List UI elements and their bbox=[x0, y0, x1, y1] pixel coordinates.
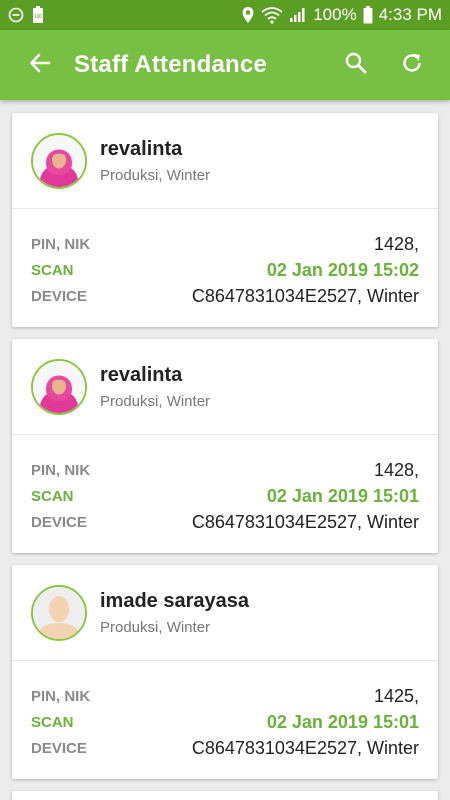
signal-icon bbox=[289, 7, 307, 23]
scan-label: SCAN bbox=[31, 487, 74, 505]
card-header: revalinta Produksi, Winter bbox=[12, 339, 438, 435]
refresh-button[interactable] bbox=[384, 37, 440, 93]
search-button[interactable] bbox=[328, 37, 384, 93]
staff-name: revalinta bbox=[100, 363, 183, 386]
scan-value: 02 Jan 2019 15:01 bbox=[266, 485, 419, 506]
card-header: revalinta Produksi, Winter bbox=[12, 113, 438, 209]
pin-value: 1425, bbox=[373, 685, 419, 706]
search-icon bbox=[344, 51, 368, 80]
app-bar: Staff Attendance bbox=[0, 30, 450, 100]
battery-percent: 100% bbox=[313, 5, 357, 24]
scan-row: SCAN 02 Jan 2019 15:01 bbox=[31, 709, 419, 735]
device-value: C8647831034E2527, Winter bbox=[191, 511, 419, 532]
battery-100-icon: 100 bbox=[32, 6, 44, 24]
minus-circle-icon bbox=[8, 7, 24, 23]
attendance-list[interactable]: revalinta Produksi, Winter PIN, NIK 1428… bbox=[0, 100, 450, 800]
device-row: DEVICE C8647831034E2527, Winter bbox=[31, 283, 419, 309]
staff-name: revalinta bbox=[100, 137, 183, 160]
scan-label: SCAN bbox=[31, 713, 74, 731]
back-arrow-icon bbox=[29, 52, 51, 79]
pin-value: 1428, bbox=[373, 233, 419, 254]
back-button[interactable] bbox=[12, 37, 68, 93]
wifi-icon bbox=[261, 6, 283, 24]
avatar bbox=[31, 358, 87, 415]
battery-icon bbox=[363, 6, 373, 24]
pin-value: 1428, bbox=[373, 459, 419, 480]
hijab-photo-icon bbox=[33, 360, 85, 413]
scan-row: SCAN 02 Jan 2019 15:01 bbox=[31, 483, 419, 509]
pin-row: PIN, NIK 1428, bbox=[31, 457, 419, 483]
status-bar: 100 100% 4:33 PM bbox=[0, 0, 450, 30]
avatar bbox=[31, 584, 87, 641]
attendance-card-partial[interactable] bbox=[12, 791, 438, 800]
card-details: PIN, NIK 1428, SCAN 02 Jan 2019 15:02 DE… bbox=[12, 209, 438, 327]
device-label: DEVICE bbox=[31, 739, 87, 757]
device-value: C8647831034E2527, Winter bbox=[191, 737, 419, 758]
card-details: PIN, NIK 1425, SCAN 02 Jan 2019 15:01 DE… bbox=[12, 661, 438, 779]
device-label: DEVICE bbox=[31, 513, 87, 531]
hijab-photo-icon bbox=[33, 134, 85, 187]
device-row: DEVICE C8647831034E2527, Winter bbox=[31, 509, 419, 535]
pin-label: PIN, NIK bbox=[31, 235, 91, 253]
staff-name: imade sarayasa bbox=[100, 589, 250, 612]
device-row: DEVICE C8647831034E2527, Winter bbox=[31, 735, 419, 761]
staff-department: Produksi, Winter bbox=[100, 618, 211, 636]
clock: 4:33 PM bbox=[378, 5, 442, 24]
svg-text:100: 100 bbox=[34, 14, 43, 20]
scan-row: SCAN 02 Jan 2019 15:02 bbox=[31, 257, 419, 283]
pin-row: PIN, NIK 1425, bbox=[31, 683, 419, 709]
scan-label: SCAN bbox=[31, 261, 74, 279]
pin-label: PIN, NIK bbox=[31, 461, 91, 479]
device-value: C8647831034E2527, Winter bbox=[191, 285, 419, 306]
card-details: PIN, NIK 1428, SCAN 02 Jan 2019 15:01 DE… bbox=[12, 435, 438, 553]
page-title: Staff Attendance bbox=[74, 51, 267, 78]
default-person-icon bbox=[33, 586, 85, 639]
staff-department: Produksi, Winter bbox=[100, 392, 211, 410]
pin-row: PIN, NIK 1428, bbox=[31, 231, 419, 257]
location-icon bbox=[241, 6, 255, 24]
avatar bbox=[31, 132, 87, 189]
card-header: imade sarayasa Produksi, Winter bbox=[12, 565, 438, 661]
pin-label: PIN, NIK bbox=[31, 687, 91, 705]
scan-value: 02 Jan 2019 15:01 bbox=[266, 711, 419, 732]
attendance-card[interactable]: imade sarayasa Produksi, Winter PIN, NIK… bbox=[12, 565, 438, 779]
scan-value: 02 Jan 2019 15:02 bbox=[266, 259, 419, 280]
attendance-card[interactable]: revalinta Produksi, Winter PIN, NIK 1428… bbox=[12, 113, 438, 327]
staff-department: Produksi, Winter bbox=[100, 166, 211, 184]
attendance-card[interactable]: revalinta Produksi, Winter PIN, NIK 1428… bbox=[12, 339, 438, 553]
device-label: DEVICE bbox=[31, 287, 87, 305]
refresh-icon bbox=[400, 51, 424, 80]
